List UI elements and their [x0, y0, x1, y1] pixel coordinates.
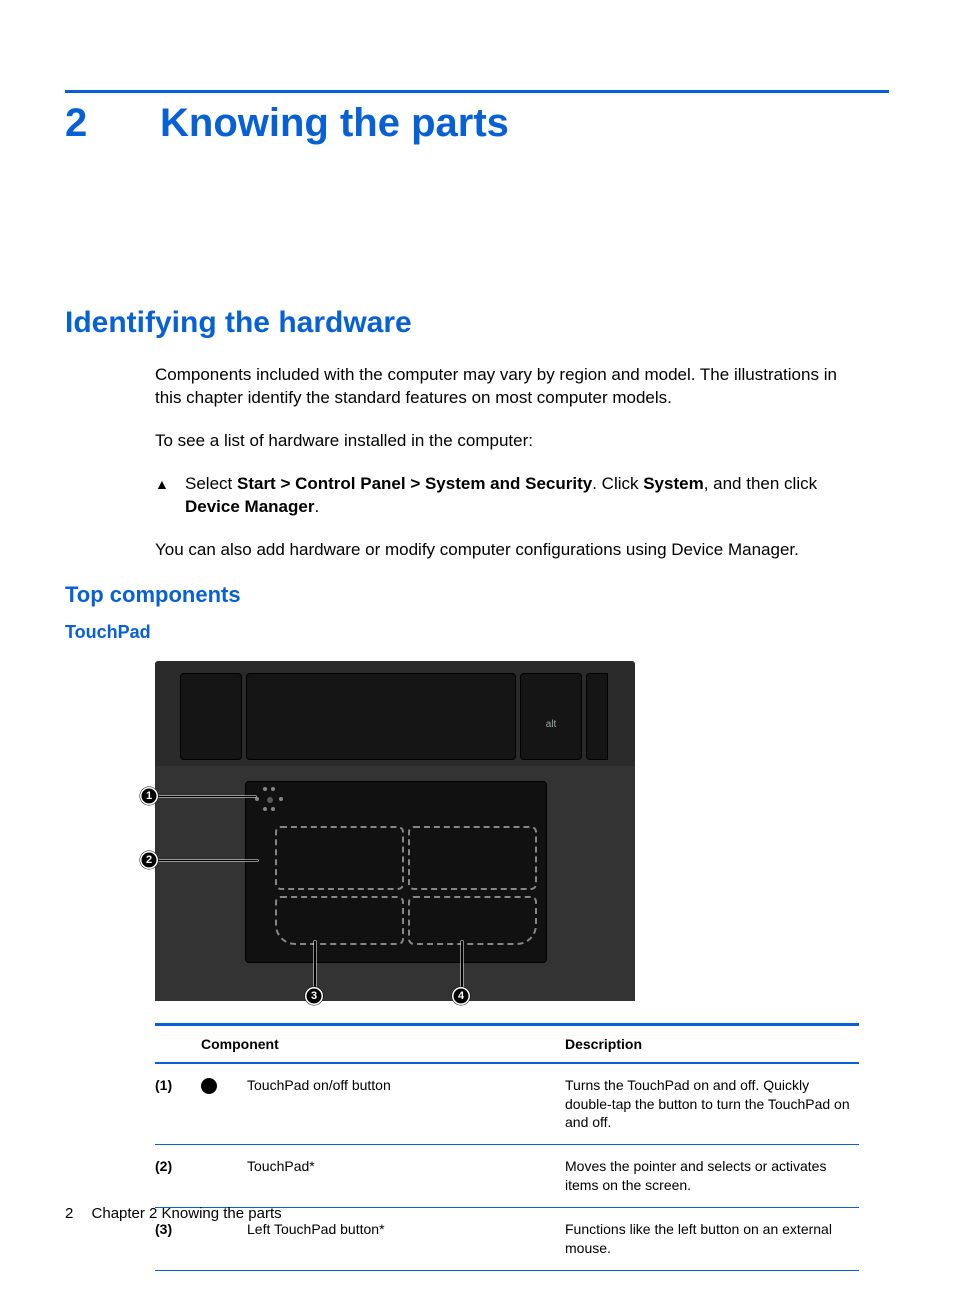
step-text-mid1: . Click: [592, 474, 643, 493]
callout-leader: [314, 941, 316, 987]
callout-1: 1: [140, 787, 158, 805]
step-text-devmgr: Device Manager: [185, 497, 314, 516]
diagram-keyboard-row: alt: [180, 673, 635, 758]
row-description: Functions like the left button on an ext…: [565, 1220, 859, 1258]
touchpad-toggle-icon: [201, 1078, 217, 1094]
callout-3: 3: [305, 987, 323, 1005]
step-text-path: Start > Control Panel > System and Secur…: [237, 474, 592, 493]
components-table: Component Description (1) TouchPad on/of…: [155, 1023, 859, 1271]
callout-2: 2: [140, 851, 158, 869]
row-number: (2): [155, 1157, 201, 1176]
diagram-left-button-zone: [275, 896, 404, 945]
table-header-component: Component: [201, 1036, 565, 1052]
step-text-suffix: .: [314, 497, 319, 516]
diagram-touchpad-zone: [408, 826, 537, 890]
table-row: (1) TouchPad on/off button Turns the Tou…: [155, 1064, 859, 1146]
diagram-spacebar: [246, 673, 516, 760]
step-text-mid2: , and then click: [704, 474, 817, 493]
top-components-heading: Top components: [65, 582, 889, 608]
diagram-key: [586, 673, 608, 760]
after-step-paragraph: You can also add hardware or modify comp…: [155, 539, 859, 562]
chapter-top-rule: [65, 90, 889, 93]
chapter-number: 2: [65, 101, 160, 146]
page-number: 2: [65, 1205, 73, 1222]
row-number: (3): [155, 1220, 201, 1239]
procedure-step: ▲ Select Start > Control Panel > System …: [155, 473, 859, 519]
row-number: (1): [155, 1076, 201, 1095]
table-header-row: Component Description: [155, 1026, 859, 1064]
intro-paragraph: Components included with the computer ma…: [155, 364, 859, 410]
table-header-description: Description: [565, 1036, 859, 1052]
callout-leader: [158, 796, 256, 798]
row-description: Moves the pointer and selects or activat…: [565, 1157, 859, 1195]
step-text-prefix: Select: [185, 474, 237, 493]
touchpad-diagram: alt 1 2 3 4: [155, 661, 635, 1001]
table-row: (2) TouchPad* Moves the pointer and sele…: [155, 1145, 859, 1208]
diagram-touchpad-toggle: [255, 787, 283, 811]
section-title: Identifying the hardware: [65, 306, 889, 340]
step-marker-icon: ▲: [155, 473, 185, 494]
touchpad-heading: TouchPad: [65, 622, 889, 643]
chapter-title: 2Knowing the parts: [65, 101, 889, 146]
row-component: Left TouchPad button*: [247, 1220, 565, 1239]
step-text: Select Start > Control Panel > System an…: [185, 473, 859, 519]
row-component: TouchPad*: [247, 1157, 565, 1176]
step-text-system: System: [643, 474, 703, 493]
list-intro: To see a list of hardware installed in t…: [155, 430, 859, 453]
chapter-title-text: Knowing the parts: [160, 101, 509, 145]
callout-leader: [158, 860, 258, 862]
footer-label: Chapter 2 Knowing the parts: [92, 1205, 282, 1222]
page-footer: 2 Chapter 2 Knowing the parts: [65, 1205, 282, 1222]
callout-leader: [461, 941, 463, 987]
diagram-touchpad-zone: [275, 826, 404, 890]
diagram-key: [180, 673, 242, 760]
diagram-key-label: alt: [521, 719, 581, 730]
row-description: Turns the TouchPad on and off. Quickly d…: [565, 1076, 859, 1133]
callout-4: 4: [452, 987, 470, 1005]
diagram-alt-key: alt: [520, 673, 582, 760]
diagram-right-button-zone: [408, 896, 537, 945]
row-component: TouchPad on/off button: [247, 1076, 565, 1095]
